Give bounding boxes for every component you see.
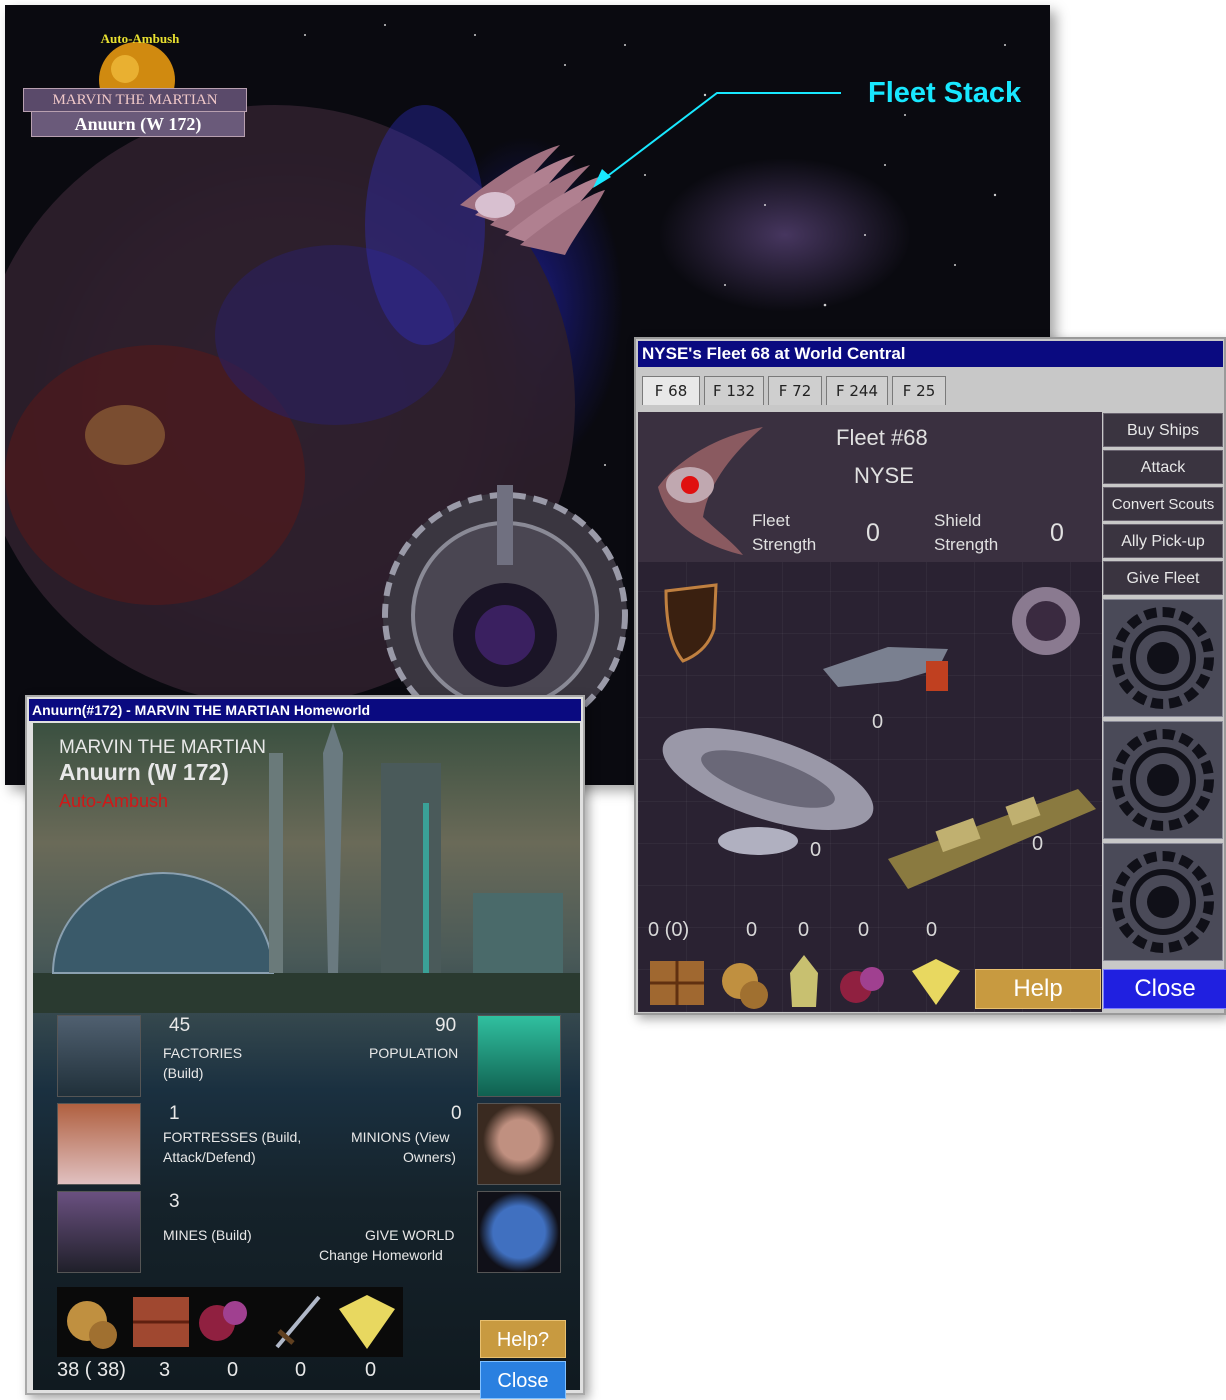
homeworld-body: MARVIN THE MARTIAN Anuurn (W 172) Auto-A… — [33, 723, 580, 1399]
fleet-ships-area — [651, 583, 1096, 889]
gear-icon — [1112, 851, 1214, 953]
factories-icon[interactable] — [57, 1015, 141, 1097]
gear-icon — [1112, 607, 1214, 709]
tab-f132[interactable]: F 132 — [704, 376, 764, 405]
fleet-strength-label-2: Strength — [752, 535, 817, 554]
resource-count-diamond: 0 — [926, 919, 938, 941]
fortresses-label[interactable]: FORTRESSES (Build, — [163, 1129, 301, 1145]
fortresses-value: 1 — [169, 1103, 180, 1124]
ship-slot-1[interactable] — [1103, 599, 1223, 717]
population-label: POPULATION — [369, 1045, 459, 1061]
mines-label[interactable]: MINES (Build) — [163, 1227, 252, 1243]
gear-icon — [1112, 729, 1214, 831]
annotation-arrow — [600, 92, 841, 182]
fighter-count: 0 — [872, 711, 884, 733]
buy-ships-button[interactable]: Buy Ships — [1103, 413, 1223, 447]
minions-label-2[interactable]: Owners) — [403, 1149, 456, 1165]
factories-label[interactable]: FACTORIES — [163, 1045, 242, 1061]
shield-strength-value: 0 — [1050, 519, 1064, 547]
owner-label: MARVIN THE MARTIAN — [23, 88, 247, 112]
wormhole-icon[interactable] — [1012, 587, 1080, 655]
fortresses-label-2[interactable]: Attack/Defend) — [163, 1149, 256, 1165]
homeworld-window: Anuurn(#172) - MARVIN THE MARTIAN Homewo… — [25, 695, 585, 1399]
change-homeworld-link[interactable]: Change Homeworld — [319, 1247, 443, 1263]
homeworld-window-title[interactable]: Anuurn(#172) - MARVIN THE MARTIAN Homewo… — [29, 699, 581, 721]
saucer-count: 0 — [810, 839, 822, 861]
minions-value: 0 — [451, 1103, 462, 1124]
close-button[interactable]: Close — [480, 1361, 566, 1399]
resource-count-gold: 0 — [746, 919, 758, 941]
cruiser-count: 0 — [1032, 833, 1044, 855]
gold-icon[interactable] — [722, 963, 768, 1009]
shield-icon[interactable] — [664, 583, 718, 663]
homeworld-name: Anuurn (W 172) — [59, 759, 229, 785]
resource-count-crystal: 0 — [798, 919, 810, 941]
crates-icon[interactable] — [650, 961, 704, 1005]
earth-icon[interactable] — [477, 1191, 561, 1273]
resource-icons — [650, 955, 960, 1009]
ship-slot-2[interactable] — [1103, 721, 1223, 839]
auto-ambush-label: Auto-Ambush — [100, 31, 180, 46]
diamond-icon[interactable] — [912, 959, 960, 1005]
population-icon[interactable] — [477, 1015, 561, 1097]
fleet-name: Fleet #68 — [836, 425, 928, 450]
fortresses-icon[interactable] — [57, 1103, 141, 1185]
minions-icon[interactable] — [477, 1103, 561, 1185]
resource-count-fruit: 0 — [858, 919, 870, 941]
minions-label[interactable]: MINIONS (View — [351, 1129, 450, 1145]
shield-strength-label-1: Shield — [934, 511, 982, 530]
homeworld-status: Auto-Ambush — [59, 791, 169, 811]
fleet-emblem-icon — [658, 427, 763, 555]
fleet-window-title[interactable]: NYSE's Fleet 68 at World Central — [638, 341, 1223, 367]
help-button[interactable]: Help? — [480, 1320, 566, 1358]
fruit-icon[interactable] — [840, 967, 884, 1003]
ship-slot-3[interactable] — [1103, 843, 1223, 961]
give-fleet-button[interactable]: Give Fleet — [1103, 561, 1223, 595]
convert-scouts-button[interactable]: Convert Scouts — [1103, 487, 1223, 521]
shield-strength-label-2: Strength — [934, 535, 999, 554]
close-button[interactable]: Close — [1103, 969, 1226, 1009]
fleet-owner: NYSE — [854, 463, 914, 488]
help-button[interactable]: Help — [975, 969, 1101, 1009]
world-label[interactable]: Anuurn (W 172) — [31, 111, 245, 137]
tab-f68[interactable]: F 68 — [642, 376, 700, 405]
tab-f244[interactable]: F 244 — [826, 376, 888, 405]
resource-count-gold: 38 ( 38) — [57, 1359, 126, 1381]
population-value: 90 — [435, 1015, 457, 1036]
give-world-link[interactable]: GIVE WORLD — [365, 1227, 454, 1243]
resource-count-diamond: 0 — [365, 1359, 377, 1381]
crystal-icon[interactable] — [790, 955, 818, 1007]
homeworld-owner: MARVIN THE MARTIAN — [59, 737, 266, 758]
fighter-ship-icon[interactable] — [823, 647, 948, 691]
resource-count-crates: 3 — [159, 1359, 171, 1381]
factories-value: 45 — [169, 1015, 191, 1036]
attack-button[interactable]: Attack — [1103, 450, 1223, 484]
ally-pickup-button[interactable]: Ally Pick-up — [1103, 524, 1223, 558]
fleet-stack-annotation: Fleet Stack — [868, 77, 1022, 109]
saucer-ship-icon[interactable] — [651, 707, 885, 855]
mines-value: 3 — [169, 1191, 180, 1212]
cruiser-ship-icon[interactable] — [888, 789, 1096, 889]
mines-icon[interactable] — [57, 1191, 141, 1273]
homeworld-resource-icons — [57, 1287, 403, 1357]
factories-build-link[interactable]: (Build) — [163, 1065, 203, 1081]
tab-f25[interactable]: F 25 — [892, 376, 946, 405]
fleet-strength-label-1: Fleet — [752, 511, 790, 530]
resource-count-weapons: 0 — [295, 1359, 307, 1381]
tab-f72[interactable]: F 72 — [768, 376, 822, 405]
resource-count-fruit: 0 — [227, 1359, 239, 1381]
fleet-window: NYSE's Fleet 68 at World Central F 68 F … — [634, 337, 1226, 1015]
fleet-strength-value: 0 — [866, 519, 880, 547]
resource-count-crates: 0 (0) — [648, 919, 690, 941]
crates-icon[interactable] — [133, 1297, 189, 1347]
